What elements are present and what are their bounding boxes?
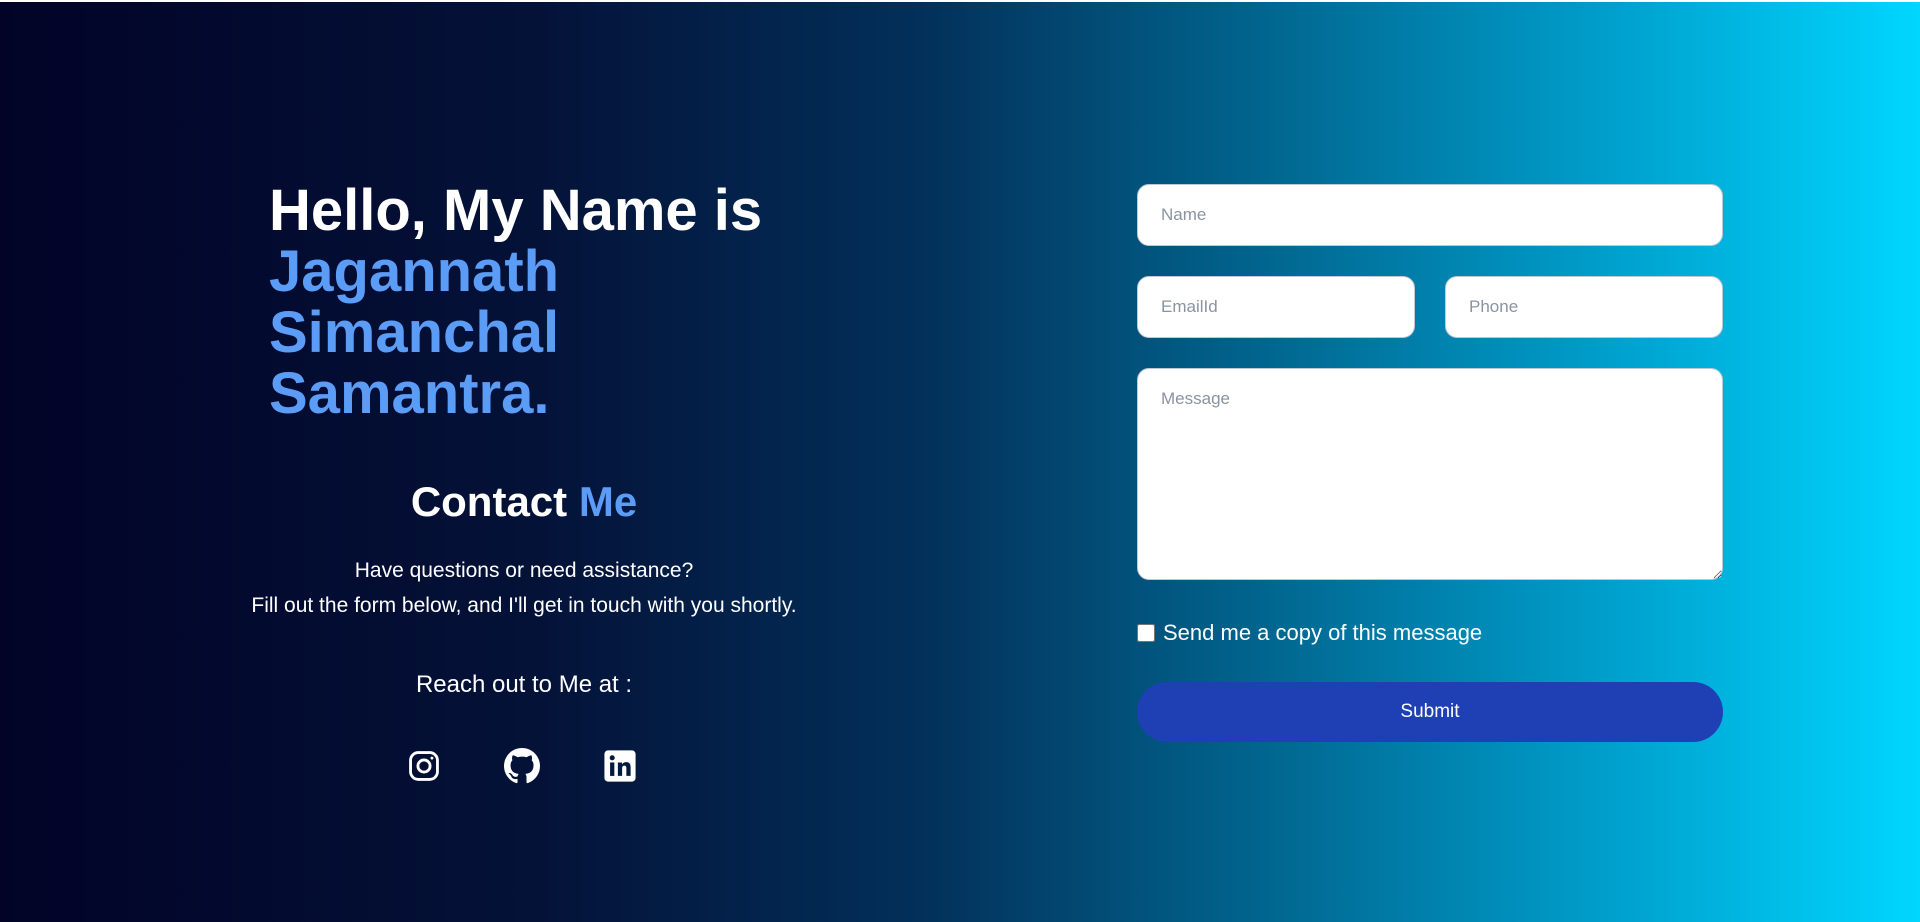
- contact-description: Have questions or need assistance? Fill …: [174, 553, 874, 623]
- contact-heading-part1: Contact: [410, 478, 568, 525]
- phone-input[interactable]: [1445, 276, 1723, 338]
- hero-title: Hello, My Name is Jagannath Simanchal Sa…: [269, 180, 889, 424]
- contact-description-line2: Fill out the form below, and I'll get in…: [251, 594, 797, 617]
- send-copy-checkbox[interactable]: [1137, 624, 1155, 642]
- send-copy-label: Send me a copy of this message: [1163, 620, 1483, 645]
- submit-button[interactable]: Submit: [1137, 682, 1723, 742]
- instagram-icon: [409, 751, 439, 781]
- linkedin-link[interactable]: [602, 748, 638, 784]
- github-link[interactable]: [504, 748, 540, 784]
- top-border: [0, 0, 1920, 2]
- message-textarea[interactable]: [1137, 368, 1723, 580]
- send-copy-option[interactable]: Send me a copy of this message: [1137, 620, 1482, 646]
- contact-description-line1: Have questions or need assistance?: [354, 559, 694, 582]
- social-links: [406, 748, 638, 784]
- name-input[interactable]: [1137, 184, 1723, 246]
- github-icon: [504, 748, 540, 784]
- contact-heading: Contact Me: [224, 472, 824, 532]
- contact-heading-part2: Me: [578, 478, 638, 525]
- hero-greeting: Hello, My Name is: [269, 178, 763, 243]
- instagram-link[interactable]: [406, 748, 442, 784]
- reach-out-label: Reach out to Me at :: [415, 671, 633, 698]
- linkedin-icon: [604, 750, 636, 782]
- hero-name: Jagannath Simanchal Samantra.: [269, 239, 560, 426]
- email-input[interactable]: [1137, 276, 1415, 338]
